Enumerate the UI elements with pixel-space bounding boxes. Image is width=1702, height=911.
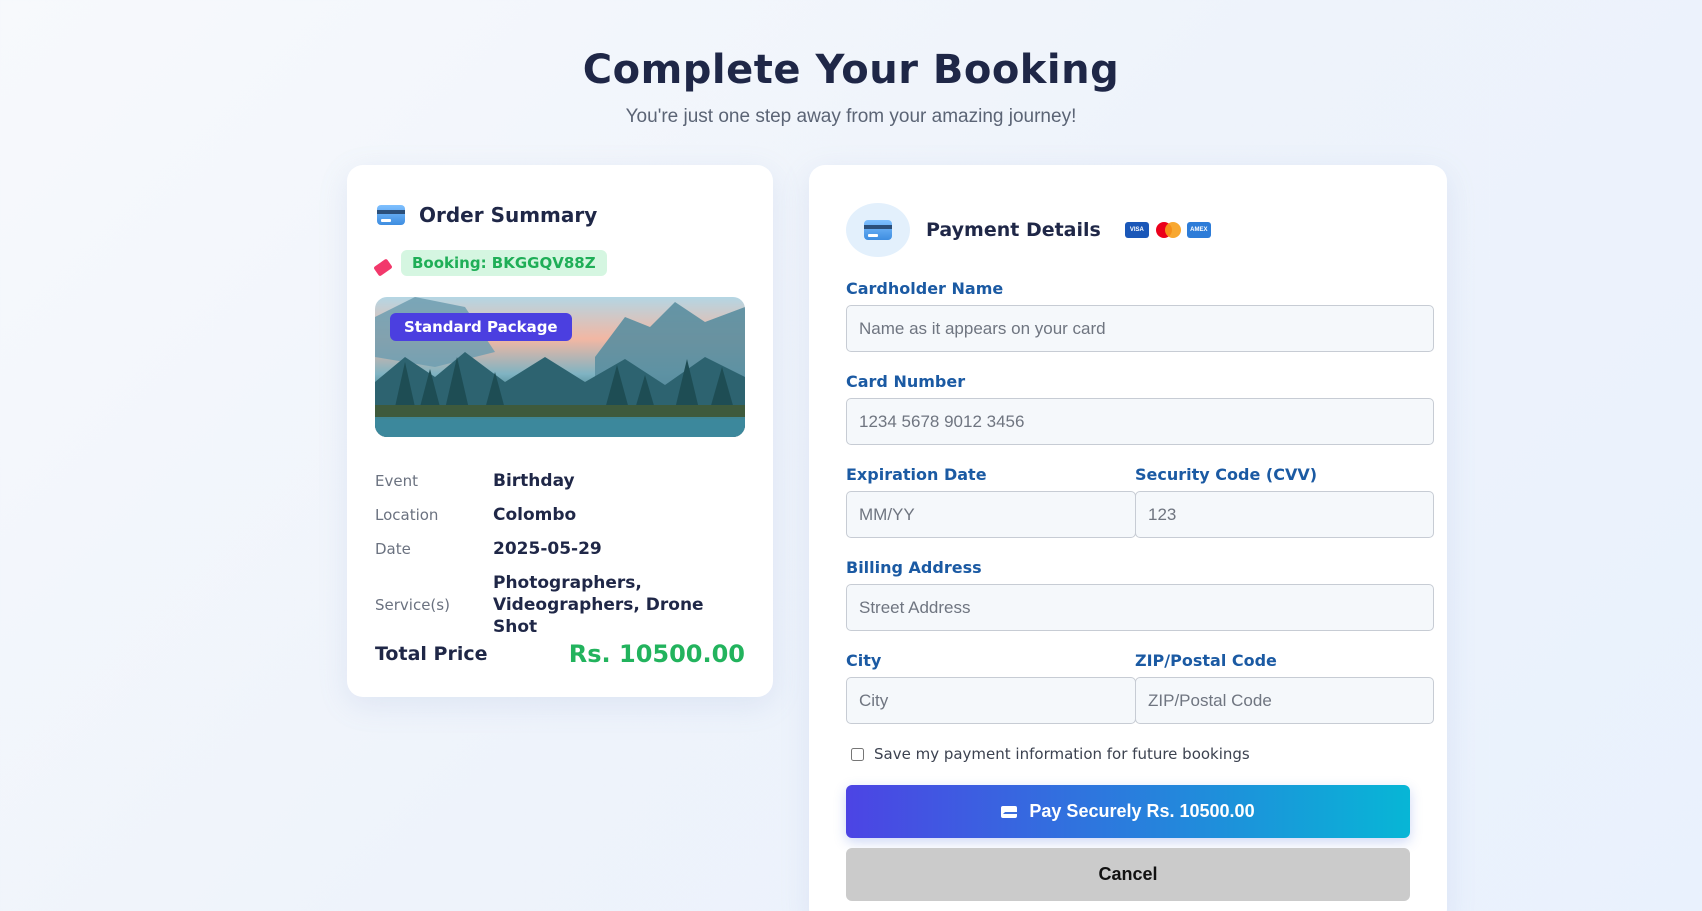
card-number-label: Card Number <box>846 372 966 391</box>
booking-row: Booking: BKGGQV88Z <box>373 250 607 277</box>
amex-logo-icon: AMEX <box>1186 222 1211 238</box>
payment-icon-badge <box>846 203 910 257</box>
booking-id-badge: Booking: BKGGQV88Z <box>401 250 607 276</box>
billing-address-input[interactable] <box>846 584 1434 631</box>
ticket-icon <box>373 257 393 277</box>
detail-label: Location <box>375 506 439 524</box>
card-number-input[interactable] <box>846 398 1434 445</box>
page-title: Complete Your Booking <box>582 47 1120 93</box>
card-brand-logos: VISA AMEX <box>1124 222 1211 238</box>
zip-code-label: ZIP/Postal Code <box>1135 651 1277 670</box>
detail-label: Event <box>375 472 418 490</box>
cancel-button[interactable]: Cancel <box>846 848 1410 901</box>
detail-label: Date <box>375 540 411 558</box>
detail-value: Colombo <box>493 505 577 525</box>
payment-title: Payment Details <box>926 219 1101 241</box>
detail-row-date: Date 2025-05-29 <box>375 538 745 560</box>
save-payment-row: Save my payment information for future b… <box>851 745 1250 763</box>
order-summary-header: Order Summary <box>377 203 597 227</box>
order-summary-title: Order Summary <box>419 203 598 227</box>
payment-header: Payment Details VISA AMEX <box>846 203 1211 257</box>
pay-button-label: Pay Securely Rs. 10500.00 <box>1029 801 1255 821</box>
detail-value: Photographers, Videographers, Drone Shot <box>493 573 704 637</box>
page-header: Complete Your Booking You're just one st… <box>0 44 1702 128</box>
cardholder-name-label: Cardholder Name <box>846 279 1004 298</box>
order-summary-card: Order Summary Booking: BKGGQV88Z Standar… <box>347 165 773 697</box>
package-image: Standard Package <box>375 297 745 437</box>
pay-securely-button[interactable]: Pay Securely Rs. 10500.00 <box>846 785 1410 838</box>
city-input[interactable] <box>846 677 1136 724</box>
total-price-row: Total Price Rs. 10500.00 <box>375 640 745 668</box>
city-label: City <box>846 651 882 670</box>
cvv-label: Security Code (CVV) <box>1135 465 1318 484</box>
cvv-input[interactable] <box>1135 491 1434 538</box>
detail-row-services: Service(s) Photographers, Videographers,… <box>375 572 745 638</box>
cardholder-name-input[interactable] <box>846 305 1434 352</box>
detail-row-event: Event Birthday <box>375 470 745 492</box>
package-badge: Standard Package <box>390 313 572 341</box>
envelope-icon <box>1001 805 1020 818</box>
credit-card-icon <box>864 220 892 240</box>
expiration-date-input[interactable] <box>846 491 1136 538</box>
detail-value: Birthday <box>493 471 575 491</box>
detail-row-location: Location Colombo <box>375 504 745 526</box>
save-payment-label[interactable]: Save my payment information for future b… <box>874 745 1250 763</box>
zip-code-input[interactable] <box>1135 677 1434 724</box>
save-payment-checkbox[interactable] <box>851 747 864 761</box>
booking-details: Event Birthday Location Colombo Date 202… <box>375 470 745 650</box>
credit-card-icon <box>377 205 405 225</box>
detail-value: 2025-05-29 <box>493 539 602 559</box>
total-price-value: Rs. 10500.00 <box>568 640 745 668</box>
mastercard-logo-icon <box>1155 222 1181 238</box>
expiration-date-label: Expiration Date <box>846 465 987 484</box>
page-subtitle: You're just one step away from your amaz… <box>625 106 1077 127</box>
billing-address-label: Billing Address <box>846 558 982 577</box>
total-price-label: Total Price <box>375 643 488 665</box>
detail-label: Service(s) <box>375 596 450 614</box>
payment-details-card: Payment Details VISA AMEX Cardholder Nam… <box>809 165 1447 911</box>
visa-logo-icon: VISA <box>1124 222 1149 238</box>
